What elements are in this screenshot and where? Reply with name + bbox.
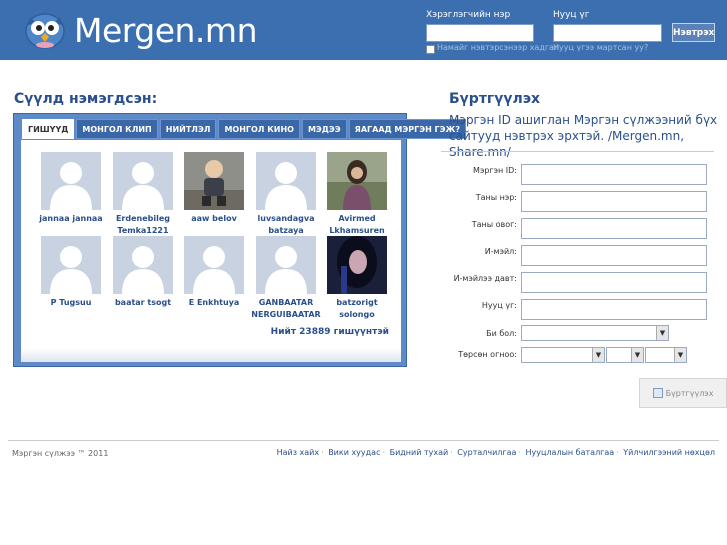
- footer-link-wiki[interactable]: Вики хуудас: [328, 448, 380, 457]
- last-name-label: Таны овог:: [471, 220, 517, 229]
- email-input[interactable]: [521, 245, 707, 266]
- member-name[interactable]: Erdenebileg Temka1221: [108, 213, 178, 237]
- member-card[interactable]: GANBAATAR NERGUIBAATAR: [251, 236, 321, 321]
- birth-year-select[interactable]: ▼: [521, 347, 605, 363]
- member-name[interactable]: P Tugsuu: [36, 297, 106, 309]
- tab-mongol-movie[interactable]: МОНГОЛ КИНО: [218, 119, 300, 139]
- member-card[interactable]: batzorigt solongo: [322, 236, 392, 321]
- footer-divider: [8, 440, 719, 441]
- member-card[interactable]: baatar tsogt: [108, 236, 178, 309]
- chevron-down-icon: ▼: [674, 348, 686, 362]
- avatar-placeholder-icon[interactable]: [256, 152, 316, 210]
- gender-select[interactable]: ▼: [521, 325, 669, 341]
- footer-link-privacy[interactable]: Нууцлалын баталгаа: [526, 448, 615, 457]
- footer-links: Найз хайх · Вики хуудас · Бидний тухай · Су…: [276, 448, 715, 457]
- register-button[interactable]: Бүртгүүлэх: [639, 378, 727, 408]
- footer-link-about[interactable]: Бидний тухай: [390, 448, 449, 457]
- first-name-input[interactable]: [521, 191, 707, 212]
- username-input[interactable]: [426, 24, 534, 42]
- email-repeat-label: И-мэйлээ давт:: [453, 274, 517, 283]
- birth-month-select[interactable]: ▼: [606, 347, 644, 363]
- member-name[interactable]: luvsandagva batzaya: [251, 213, 321, 237]
- recent-title: Сүүлд нэмэгдсэн:: [14, 91, 158, 107]
- avatar[interactable]: [184, 152, 244, 210]
- login-button[interactable]: Нэвтрэх: [672, 23, 715, 42]
- birthdate-label: Төрсөн огноо:: [458, 350, 517, 359]
- logo-text: Mergen.mn: [74, 10, 257, 50]
- tab-articles[interactable]: НИЙТЛЭЛ: [159, 119, 217, 139]
- password-label: Нууц үг: [553, 10, 590, 20]
- member-card[interactable]: P Tugsuu: [36, 236, 106, 309]
- remember-checkbox[interactable]: [426, 45, 435, 54]
- register-icon: [652, 388, 663, 398]
- footer-link-advertising[interactable]: Сурталчилгаа: [457, 448, 516, 457]
- remember-label[interactable]: Намайг нэвтэрсэнээр хадгал: [437, 43, 559, 52]
- member-name[interactable]: GANBAATAR NERGUIBAATAR: [251, 297, 321, 321]
- gender-value: [522, 329, 525, 338]
- avatar-placeholder-icon[interactable]: [113, 236, 173, 294]
- tab-mongol-clip[interactable]: МОНГОЛ КЛИП: [76, 119, 158, 139]
- member-name[interactable]: batzorigt solongo: [322, 297, 392, 321]
- member-total: Нийт 23889 гишүүнтэй: [270, 327, 389, 337]
- birth-day-select[interactable]: ▼: [645, 347, 687, 363]
- tab-news[interactable]: МЭДЭЭ: [301, 119, 347, 139]
- mergen-id-input[interactable]: [521, 164, 707, 185]
- chevron-down-icon: ▼: [592, 348, 604, 362]
- member-name[interactable]: baatar tsogt: [108, 297, 178, 309]
- chevron-down-icon: ▼: [656, 326, 668, 340]
- password-input[interactable]: [553, 24, 662, 42]
- avatar-placeholder-icon[interactable]: [256, 236, 316, 294]
- email-label: И-мэйл:: [484, 247, 517, 256]
- member-card[interactable]: luvsandagva batzaya: [251, 152, 321, 237]
- last-name-input[interactable]: [521, 218, 707, 239]
- chevron-down-icon: ▼: [631, 348, 643, 362]
- members-grid: jannaa jannaa Erdenebileg Temka1221 aaw be…: [21, 140, 401, 362]
- member-card[interactable]: aaw belov: [179, 152, 249, 225]
- avatar-placeholder-icon[interactable]: [184, 236, 244, 294]
- logo[interactable]: Mergen.mn: [22, 8, 257, 52]
- tab-members[interactable]: ГИШҮҮД: [22, 119, 75, 139]
- copyright: Мэргэн сүлжээ ™ 2011: [12, 449, 109, 458]
- footer-link-find-friends[interactable]: Найз хайх: [277, 448, 319, 457]
- gender-label: Би бол:: [486, 329, 517, 338]
- password-reg-input[interactable]: [521, 299, 707, 320]
- recent-tabs: ГИШҮҮД МОНГОЛ КЛИП НИЙТЛЭЛ МОНГОЛ КИНО М…: [22, 119, 468, 139]
- register-button-label: Бүртгүүлэх: [665, 388, 714, 398]
- footer-link-terms[interactable]: Үйлчилгээний нөхцөл: [623, 448, 715, 457]
- forgot-password-link[interactable]: Нууц үгээ мартсан уу?: [553, 43, 648, 52]
- top-bar: Mergen.mn Хэрэглэгчийн нэр Нууц үг Нэвтр…: [0, 0, 727, 60]
- owl-logo-icon: [22, 9, 68, 51]
- avatar-placeholder-icon[interactable]: [41, 152, 101, 210]
- avatar[interactable]: [327, 236, 387, 294]
- username-label: Хэрэглэгчийн нэр: [426, 10, 511, 20]
- avatar-placeholder-icon[interactable]: [41, 236, 101, 294]
- mergen-id-label: Мэргэн ID:: [473, 166, 517, 175]
- register-description: Мэргэн ID ашиглан Мэргэн сүлжээний бүх с…: [449, 113, 718, 159]
- register-title: Бүртгүүлэх: [449, 91, 541, 107]
- member-name[interactable]: aaw belov: [179, 213, 249, 225]
- member-card[interactable]: Avirmed Lkhamsuren: [322, 152, 392, 237]
- avatar[interactable]: [327, 152, 387, 210]
- member-card[interactable]: E Enkhtuya: [179, 236, 249, 309]
- avatar-placeholder-icon[interactable]: [113, 152, 173, 210]
- member-card[interactable]: jannaa jannaa: [36, 152, 106, 225]
- member-name[interactable]: E Enkhtuya: [179, 297, 249, 309]
- password-reg-label: Нууц үг:: [481, 301, 517, 310]
- recent-panel: ГИШҮҮД МОНГОЛ КЛИП НИЙТЛЭЛ МОНГОЛ КИНО М…: [13, 113, 466, 367]
- member-name[interactable]: Avirmed Lkhamsuren: [322, 213, 392, 237]
- email-repeat-input[interactable]: [521, 272, 707, 293]
- member-card[interactable]: Erdenebileg Temka1221: [108, 152, 178, 237]
- member-name[interactable]: jannaa jannaa: [36, 213, 106, 225]
- divider: [441, 151, 714, 152]
- first-name-label: Таны нэр:: [475, 193, 517, 202]
